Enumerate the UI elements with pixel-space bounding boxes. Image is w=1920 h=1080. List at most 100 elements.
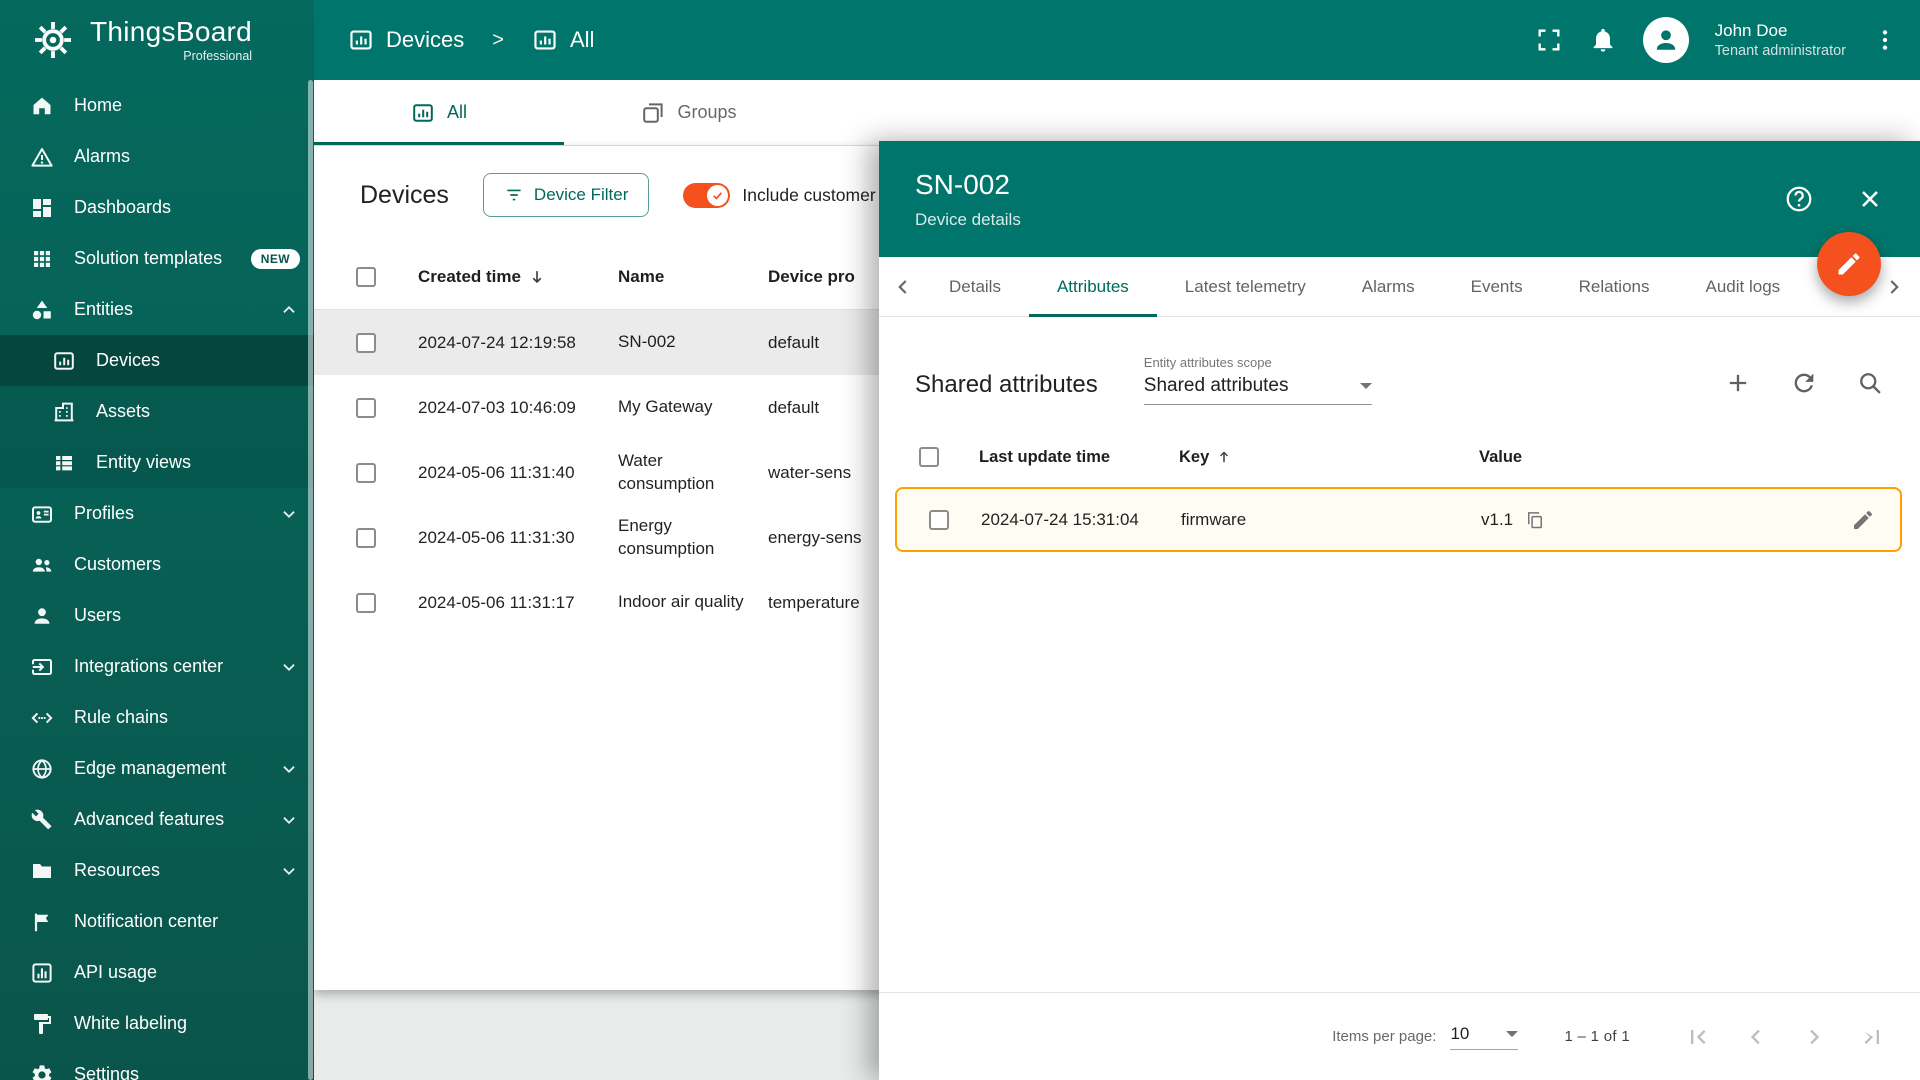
tab-details[interactable]: Details [921, 257, 1029, 317]
name-cell: Water consumption [618, 451, 715, 493]
tab-audit-logs[interactable]: Audit logs [1678, 257, 1809, 317]
sidebar-item-white-labeling[interactable]: White labeling [0, 998, 314, 1049]
tab-latest-telemetry[interactable]: Latest telemetry [1157, 257, 1334, 317]
sidebar-item-notification-center[interactable]: Notification center [0, 896, 314, 947]
bell-icon [1589, 26, 1617, 54]
sidebar-item-profiles[interactable]: Profiles [0, 488, 314, 539]
row-checkbox[interactable] [356, 462, 376, 483]
edit-attribute-button[interactable] [1826, 508, 1900, 532]
attribute-row[interactable]: 2024-07-24 15:31:04 firmware v1.1 [895, 487, 1902, 552]
tab-attributes[interactable]: Attributes [1028, 257, 1157, 317]
integrations-icon [30, 655, 54, 679]
notifications-button[interactable] [1589, 26, 1617, 54]
prev-page-icon[interactable] [1742, 1023, 1770, 1051]
items-per-page-select[interactable]: 10 [1450, 1024, 1519, 1050]
sidebar-item-settings[interactable]: Settings [0, 1049, 314, 1080]
row-checkbox[interactable] [356, 397, 376, 418]
tab-events[interactable]: Events [1443, 257, 1551, 317]
tab-alarms[interactable]: Alarms [1334, 257, 1443, 317]
select-all-checkbox[interactable] [919, 447, 939, 467]
app-logo[interactable]: ThingsBoard Professional [0, 0, 314, 80]
sidebar-item-home[interactable]: Home [0, 80, 314, 131]
chevron-down-icon [278, 860, 300, 882]
fullscreen-button[interactable] [1535, 26, 1563, 54]
sidebar-item-integrations-center[interactable]: Integrations center [0, 641, 314, 692]
sidebar-item-resources[interactable]: Resources [0, 845, 314, 896]
sidebar-item-devices[interactable]: Devices [0, 335, 314, 386]
users-icon [30, 604, 54, 628]
add-attribute-button[interactable] [1724, 369, 1752, 397]
column-name[interactable]: Name [618, 267, 768, 287]
row-checkbox[interactable] [929, 509, 949, 530]
select-all-checkbox[interactable] [356, 266, 376, 287]
row-checkbox[interactable] [356, 592, 376, 613]
next-page-icon[interactable] [1800, 1023, 1828, 1051]
pagination-range: 1 – 1 of 1 [1564, 1028, 1630, 1045]
top-bar: Devices > All John Doe Tenant administra… [314, 0, 1920, 80]
copy-icon[interactable] [1525, 510, 1545, 530]
app-name: ThingsBoard [90, 15, 253, 47]
sidebar-item-users[interactable]: Users [0, 590, 314, 641]
tabs-scroll-right[interactable] [1876, 274, 1912, 300]
api-usage-icon [30, 961, 54, 985]
refresh-icon [1790, 369, 1818, 397]
tab-all[interactable]: All [314, 80, 564, 145]
column-label: Last update time [979, 447, 1111, 466]
tabs-scroll-left[interactable] [885, 274, 921, 300]
rule-chains-icon [30, 706, 54, 730]
column-key[interactable]: Key [1179, 448, 1479, 467]
breadcrumb-devices[interactable]: Devices [386, 27, 464, 53]
scope-label: Entity attributes scope [1143, 355, 1272, 370]
device-filter-button[interactable]: Device Filter [482, 173, 650, 217]
app-edition: Professional [183, 48, 253, 63]
more-menu-button[interactable] [1872, 27, 1898, 53]
refresh-button[interactable] [1790, 369, 1818, 397]
sidebar-item-entity-views[interactable]: Entity views [0, 437, 314, 488]
created-time-cell: 2024-07-03 10:46:09 [418, 397, 576, 417]
sort-desc-icon [527, 267, 547, 287]
sidebar-item-dashboards[interactable]: Dashboards [0, 182, 314, 233]
customers-icon [30, 553, 54, 577]
sidebar-item-advanced-features[interactable]: Advanced features [0, 794, 314, 845]
include-customer-toggle[interactable] [683, 182, 731, 208]
column-last-update-time[interactable]: Last update time [979, 448, 1179, 467]
row-checkbox[interactable] [356, 527, 376, 548]
last-page-icon[interactable] [1858, 1023, 1886, 1051]
entities-icon [30, 298, 54, 322]
sidebar-item-solution-templates[interactable]: Solution templates NEW [0, 233, 314, 284]
first-page-icon[interactable] [1684, 1023, 1712, 1051]
search-button[interactable] [1856, 369, 1884, 397]
sidebar-item-assets[interactable]: Assets [0, 386, 314, 437]
sidebar-item-entities[interactable]: Entities [0, 284, 314, 335]
key-cell: firmware [1181, 509, 1247, 529]
sidebar-item-label: Integrations center [74, 656, 224, 676]
dropdown-arrow-icon [1506, 1030, 1519, 1037]
sidebar-item-rule-chains[interactable]: Rule chains [0, 692, 314, 743]
edit-device-fab[interactable] [1817, 232, 1881, 296]
column-value[interactable]: Value [1479, 448, 1846, 467]
sidebar-item-alarms[interactable]: Alarms [0, 131, 314, 182]
attributes-pagination: Items per page: 10 1 – 1 of 1 [879, 992, 1920, 1080]
tab-relations[interactable]: Relations [1551, 257, 1678, 317]
tab-groups[interactable]: Groups [564, 80, 814, 145]
breadcrumb-all[interactable]: All [570, 27, 594, 53]
avatar[interactable] [1642, 17, 1689, 63]
sidebar-item-api-usage[interactable]: API usage [0, 947, 314, 998]
row-checkbox[interactable] [356, 332, 376, 353]
user-info[interactable]: John Doe Tenant administrator [1715, 20, 1846, 59]
help-button[interactable] [1784, 184, 1814, 214]
sidebar-item-customers[interactable]: Customers [0, 539, 314, 590]
tab-label: Groups [677, 102, 737, 122]
drawer-title: SN-002 [915, 168, 1010, 200]
chevron-right-icon [1881, 274, 1907, 300]
sidebar-scrollbar[interactable] [308, 80, 313, 1080]
fullscreen-icon [1535, 26, 1563, 54]
toggle-knob [707, 184, 729, 206]
sidebar-item-edge-management[interactable]: Edge management [0, 743, 314, 794]
attributes-scope-select[interactable]: Entity attributes scope Shared attribute… [1143, 355, 1372, 405]
attributes-toolbar: Shared attributes Entity attributes scop… [879, 317, 1920, 405]
column-created-time[interactable]: Created time [418, 267, 618, 287]
sidebar: ThingsBoard Professional Home Alarms Das… [0, 0, 314, 1080]
resources-icon [30, 859, 54, 883]
close-drawer-button[interactable] [1856, 185, 1884, 213]
